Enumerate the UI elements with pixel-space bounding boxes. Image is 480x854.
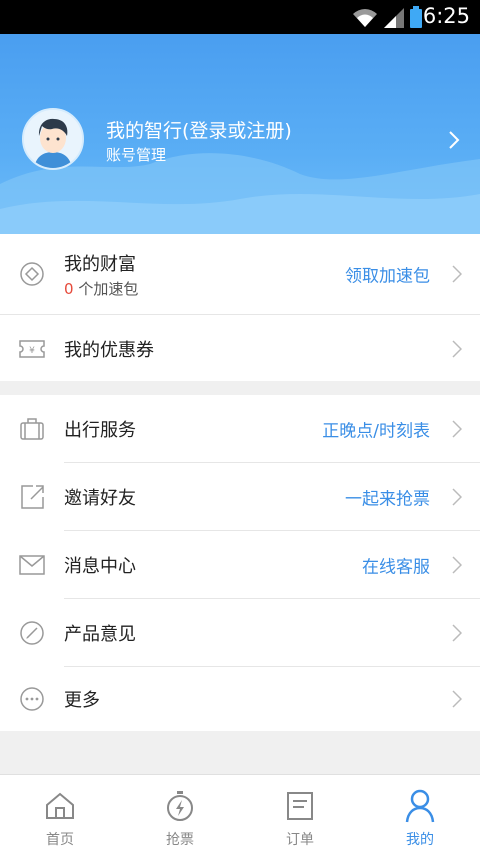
tab-orders[interactable]: 订单 [240, 775, 360, 854]
chevron-right-icon [452, 487, 462, 506]
chevron-right-icon [452, 690, 462, 708]
avatar[interactable] [22, 108, 84, 170]
feedback-row[interactable]: 产品意见 [0, 599, 480, 666]
more-row[interactable]: 更多 [0, 667, 480, 731]
boost-count-number: 0 [64, 280, 74, 298]
suitcase-icon [18, 415, 46, 443]
tab-mine-label: 我的 [406, 832, 434, 848]
feedback-label: 产品意见 [64, 623, 136, 645]
svg-text:¥: ¥ [29, 346, 35, 356]
more-label: 更多 [64, 690, 100, 711]
more-dots-icon [18, 685, 46, 713]
person-icon [403, 789, 437, 823]
bottom-tab-bar: 首页 抢票 订单 我的 [0, 774, 480, 854]
tab-home-label: 首页 [46, 832, 74, 848]
online-support-link[interactable]: 在线客服 [362, 552, 430, 577]
invite-friends-row[interactable]: 邀请好友 一起来抢票 [0, 463, 480, 530]
travel-services-row[interactable]: 出行服务 正晚点/时刻表 [0, 395, 480, 462]
tab-orders-label: 订单 [286, 832, 314, 848]
status-bar: 6:25 [0, 0, 480, 34]
my-coupons-row[interactable]: ¥ 我的优惠券 [0, 315, 480, 382]
account-management-label: 账号管理 [106, 146, 167, 164]
chevron-right-icon [452, 419, 462, 438]
status-icons [352, 6, 422, 28]
message-center-row[interactable]: 消息中心 在线客服 [0, 531, 480, 598]
chevron-right-icon [452, 555, 462, 574]
chevron-right-icon [452, 623, 462, 642]
boost-count-suffix: 个加速包 [73, 280, 139, 298]
menu-section: 出行服务 正晚点/时刻表 邀请好友 一起来抢票 消息中心 在线客服 产品意见 更… [0, 395, 480, 731]
user-avatar-icon [24, 110, 82, 168]
wifi-icon [353, 9, 377, 27]
my-coupons-label: 我的优惠券 [64, 339, 154, 361]
diamond-icon [18, 260, 46, 288]
tab-grab-tickets-label: 抢票 [166, 832, 194, 848]
claim-boost-pack-link[interactable]: 领取加速包 [345, 262, 430, 287]
stopwatch-bolt-icon [163, 789, 197, 823]
invite-friends-label: 邀请好友 [64, 487, 136, 509]
signal-icon [384, 8, 404, 28]
chevron-right-icon[interactable] [448, 130, 460, 150]
boost-pack-count: 0 个加速包 [64, 278, 138, 299]
envelope-icon [18, 551, 46, 579]
login-register-title[interactable]: 我的智行(登录或注册) [106, 116, 292, 143]
share-icon [18, 483, 46, 511]
chevron-right-icon [452, 265, 462, 283]
home-icon [43, 789, 77, 823]
tab-mine[interactable]: 我的 [360, 775, 480, 854]
message-center-label: 消息中心 [64, 555, 136, 577]
tab-home[interactable]: 首页 [0, 775, 120, 854]
wealth-section: 我的财富 0 个加速包 领取加速包 ¥ 我的优惠券 [0, 234, 480, 381]
my-wealth-row[interactable]: 我的财富 0 个加速包 领取加速包 [0, 234, 480, 314]
tab-grab-tickets[interactable]: 抢票 [120, 775, 240, 854]
profile-header[interactable]: 我的智行(登录或注册) 账号管理 [0, 34, 480, 234]
order-list-icon [283, 789, 317, 823]
battery-icon [410, 6, 422, 28]
my-wealth-label: 我的财富 [64, 254, 136, 275]
coupon-icon: ¥ [18, 335, 46, 363]
pencil-circle-icon [18, 619, 46, 647]
grab-tickets-together-link[interactable]: 一起来抢票 [345, 484, 430, 509]
status-time: 6:25 [422, 4, 470, 28]
timetable-link[interactable]: 正晚点/时刻表 [322, 416, 430, 441]
chevron-right-icon [452, 339, 462, 358]
travel-services-label: 出行服务 [64, 419, 136, 441]
